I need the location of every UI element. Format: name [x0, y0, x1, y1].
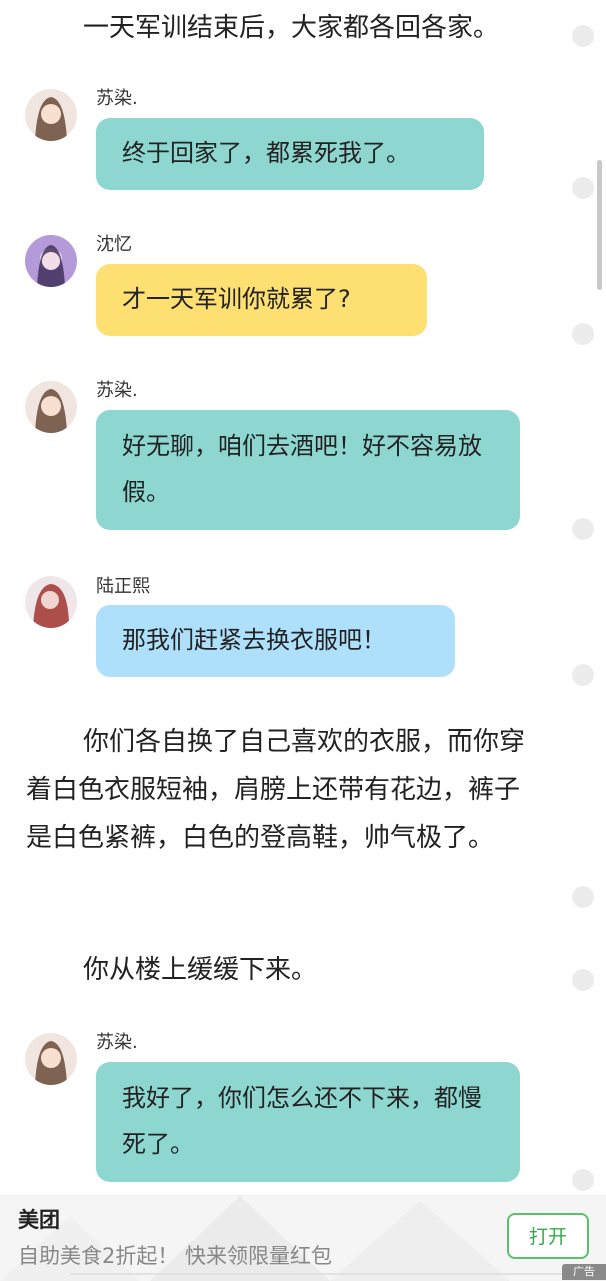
scrollbar[interactable] [597, 160, 602, 290]
ad-open-button[interactable]: 打开 [507, 1213, 589, 1259]
avatar-suran[interactable] [25, 1033, 77, 1085]
narration-text: 一天军训结束后，大家都各回各家。 [83, 13, 500, 43]
paragraph-comment-dot[interactable] [572, 886, 594, 908]
speaker-name: 苏染. [96, 88, 138, 109]
speaker-name: 苏染. [96, 1032, 138, 1053]
paragraph-comment-dot[interactable] [572, 25, 594, 47]
narration-text: 你从楼上缓缓下来。 [83, 955, 318, 985]
avatar-shenyi[interactable] [25, 235, 77, 287]
paragraph-comment-dot[interactable] [572, 177, 594, 199]
ad-brand-name: 美团 [18, 1208, 60, 1232]
avatar-luzhengxi[interactable] [25, 576, 77, 628]
paragraph-comment-dot[interactable] [572, 323, 594, 345]
chat-story: 一天军训结束后，大家都各回各家。 苏染. 终于回家了，都累死我了。 沈忆 才一天… [0, 0, 606, 1195]
ad-banner[interactable]: 美团 自助美食2折起！ 快来领限量红包 打开 [0, 1195, 606, 1281]
message-bubble: 我好了，你们怎么还不下来，都慢死了。 [96, 1062, 520, 1182]
paragraph-comment-dot[interactable] [572, 518, 594, 540]
avatar-suran[interactable] [25, 381, 77, 433]
speaker-name: 陆正熙 [96, 576, 150, 597]
message-bubble: 那我们赶紧去换衣服吧！ [96, 605, 455, 677]
message-bubble: 终于回家了，都累死我了。 [96, 118, 484, 190]
paragraph-comment-dot[interactable] [572, 969, 594, 991]
narration-text: 你们各自换了自己喜欢的衣服，而你穿着白色衣服短袖，肩膀上还带有花边，裤子是白色紧… [26, 727, 526, 853]
paragraph-comment-dot[interactable] [572, 664, 594, 686]
avatar-suran[interactable] [25, 89, 77, 141]
speaker-name: 苏染. [96, 380, 138, 401]
ad-label: 广告 [562, 1264, 606, 1280]
paragraph-comment-dot[interactable] [572, 1169, 594, 1191]
ad-description: 自助美食2折起！ 快来领限量红包 [18, 1244, 333, 1268]
speaker-name: 沈忆 [96, 234, 132, 255]
message-bubble: 好无聊，咱们去酒吧！好不容易放假。 [96, 410, 520, 530]
message-bubble: 才一天军训你就累了? [96, 264, 427, 336]
